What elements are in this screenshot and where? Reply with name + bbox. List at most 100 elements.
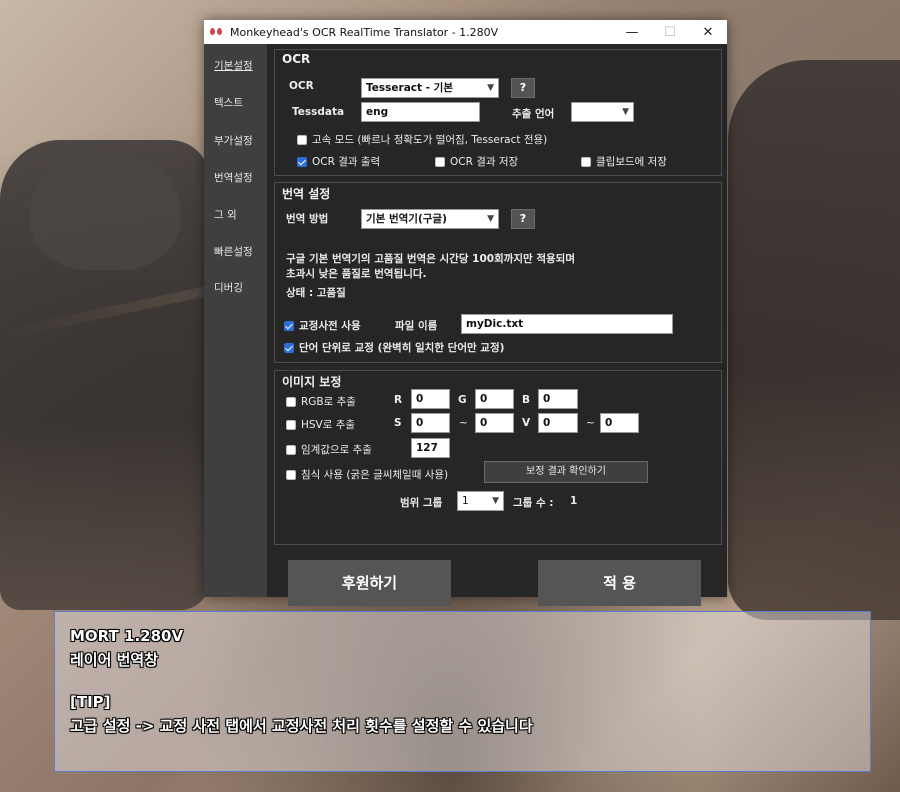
extract-lang-label: 추출 언어	[512, 108, 555, 120]
translation-status: 상태 : 고품질	[286, 287, 346, 299]
apply-button[interactable]: 적 용	[538, 560, 701, 606]
hsv-label: HSV로 추출	[301, 419, 356, 431]
checkbox-box	[297, 134, 307, 145]
s-max-input[interactable]	[475, 413, 514, 433]
range-group-label: 범위 그룹	[400, 497, 443, 509]
sidebar-item-quick[interactable]: 빠른설정	[214, 244, 253, 259]
chevron-down-icon: ▼	[487, 83, 494, 93]
tessdata-label: Tessdata	[292, 106, 345, 118]
donate-button[interactable]: 후원하기	[288, 560, 451, 606]
translation-overlay[interactable]: MORT 1.280V 레이어 번역창 [TIP] 고급 설정 -> 교정 사전…	[54, 611, 871, 772]
fast-mode-checkbox[interactable]: 고속 모드 (빠르나 정확도가 떨어짐, Tesseract 전용)	[297, 132, 547, 147]
chevron-down-icon: ▼	[492, 496, 499, 506]
translation-notice-line1: 구글 기본 번역기의 고품질 번역은 시간당 100회까지만 적용되며	[286, 253, 576, 265]
checkbox-box	[286, 444, 296, 455]
word-unit-label: 단어 단위로 교정 (완벽히 일치한 단어만 교정)	[299, 342, 505, 354]
checkbox-box	[581, 156, 591, 167]
ocr-section-title: OCR	[282, 52, 311, 66]
title-bar[interactable]: Monkeyhead's OCR RealTime Translator - 1…	[204, 20, 727, 44]
tessdata-input[interactable]	[361, 102, 480, 122]
extract-lang-select[interactable]: ▼	[571, 102, 634, 122]
translation-method-value: 기본 번역기(구글)	[366, 213, 447, 225]
checkbox-checked	[284, 320, 294, 331]
hsv-checkbox[interactable]: HSV로 추출	[286, 417, 355, 432]
file-name-label: 파일 이름	[395, 320, 438, 332]
threshold-label: 임계값으로 추출	[301, 444, 372, 456]
maximize-button[interactable]: ☐	[651, 20, 689, 44]
monkey-icon	[210, 27, 224, 37]
ocr-save-label: OCR 결과 저장	[450, 156, 519, 168]
use-dict-checkbox[interactable]: 교정사전 사용	[284, 318, 361, 333]
sidebar: 기본설정 텍스트 부가설정 번역설정 그 외 빠른설정 디버깅	[204, 44, 267, 597]
translation-method-label: 번역 방법	[286, 213, 329, 225]
translation-help-button[interactable]: ?	[511, 209, 535, 229]
v-label: V	[522, 417, 531, 429]
group-count-label: 그룹 수 :	[513, 497, 554, 509]
translation-section-title: 번역 설정	[282, 187, 331, 201]
overlay-tip-heading: [TIP]	[70, 693, 111, 711]
translation-method-select[interactable]: 기본 번역기(구글) ▼	[361, 209, 499, 229]
overlay-tip-text: 고급 설정 -> 교정 사전 탭에서 교정사전 처리 횟수를 설정할 수 있습니…	[70, 717, 533, 735]
use-dict-label: 교정사전 사용	[299, 320, 361, 332]
background-mech-head	[30, 150, 180, 270]
ocr-engine-select[interactable]: Tesseract - 기본 ▼	[361, 78, 499, 98]
v-range-tilde: ~	[586, 417, 595, 429]
checkbox-box	[435, 156, 445, 167]
rgb-checkbox[interactable]: RGB로 추출	[286, 394, 356, 409]
translation-notice-line2: 초과시 낮은 품질로 번역됩니다.	[286, 268, 427, 280]
range-group-value: 1	[462, 495, 469, 507]
ocr-output-checkbox[interactable]: OCR 결과 출력	[297, 154, 380, 169]
erode-checkbox[interactable]: 침식 사용 (굵은 글씨체일때 사용)	[286, 467, 448, 482]
b-input[interactable]	[538, 389, 578, 409]
checkbox-checked	[284, 342, 294, 353]
ocr-save-checkbox[interactable]: OCR 결과 저장	[435, 154, 518, 169]
ocr-engine-label: OCR	[289, 80, 314, 92]
overlay-version: MORT 1.280V	[70, 627, 184, 645]
clipboard-save-label: 클립보드에 저장	[596, 156, 667, 168]
g-input[interactable]	[475, 389, 514, 409]
b-label: B	[522, 394, 531, 406]
checkbox-box	[286, 419, 296, 430]
v-max-input[interactable]	[600, 413, 639, 433]
v-min-input[interactable]	[538, 413, 578, 433]
range-group-select[interactable]: 1 ▼	[457, 491, 504, 511]
g-label: G	[458, 394, 467, 406]
fast-mode-label: 고속 모드 (빠르나 정확도가 떨어짐, Tesseract 전용)	[312, 134, 548, 146]
s-label: S	[394, 417, 402, 429]
sidebar-item-basic[interactable]: 기본설정	[214, 58, 253, 73]
chevron-down-icon: ▼	[622, 107, 629, 117]
r-label: R	[394, 394, 403, 406]
ocr-section: OCR OCR Tesseract - 기본 ▼ ? Tessdata 추출 언…	[274, 49, 722, 176]
sidebar-item-text[interactable]: 텍스트	[214, 95, 243, 110]
erode-label: 침식 사용 (굵은 글씨체일때 사용)	[301, 469, 449, 481]
window-title: Monkeyhead's OCR RealTime Translator - 1…	[230, 25, 499, 39]
close-button[interactable]: ✕	[689, 20, 727, 44]
sidebar-item-etc[interactable]: 그 외	[214, 207, 237, 222]
s-range-tilde: ~	[459, 417, 468, 429]
ocr-engine-value: Tesseract - 기본	[366, 82, 454, 94]
image-section: 이미지 보정 RGB로 추출 R G B HSV로 추출 S ~ V ~	[274, 370, 722, 545]
overlay-layer-title: 레이어 번역창	[70, 651, 159, 669]
threshold-checkbox[interactable]: 임계값으로 추출	[286, 442, 372, 457]
content-area: OCR OCR Tesseract - 기본 ▼ ? Tessdata 추출 언…	[267, 44, 727, 606]
threshold-input[interactable]	[411, 438, 450, 458]
r-input[interactable]	[411, 389, 450, 409]
translation-section: 번역 설정 번역 방법 기본 번역기(구글) ▼ ? 구글 기본 번역기의 고품…	[274, 182, 722, 363]
settings-window: Monkeyhead's OCR RealTime Translator - 1…	[204, 20, 727, 606]
s-min-input[interactable]	[411, 413, 450, 433]
minimize-button[interactable]: —	[613, 20, 651, 44]
preview-correction-button[interactable]: 보정 결과 확인하기	[484, 461, 648, 483]
image-section-title: 이미지 보정	[282, 375, 342, 389]
sidebar-item-debug[interactable]: 디버깅	[214, 280, 243, 295]
file-name-input[interactable]	[461, 314, 673, 334]
sidebar-item-translation[interactable]: 번역설정	[214, 170, 253, 185]
sidebar-item-extra[interactable]: 부가설정	[214, 133, 253, 148]
word-unit-checkbox[interactable]: 단어 단위로 교정 (완벽히 일치한 단어만 교정)	[284, 340, 504, 355]
checkbox-checked	[297, 156, 307, 167]
ocr-help-button[interactable]: ?	[511, 78, 535, 98]
group-count-value: 1	[570, 495, 578, 507]
checkbox-box	[286, 469, 296, 480]
rgb-label: RGB로 추출	[301, 396, 356, 408]
clipboard-save-checkbox[interactable]: 클립보드에 저장	[581, 154, 667, 169]
ocr-output-label: OCR 결과 출력	[312, 156, 381, 168]
